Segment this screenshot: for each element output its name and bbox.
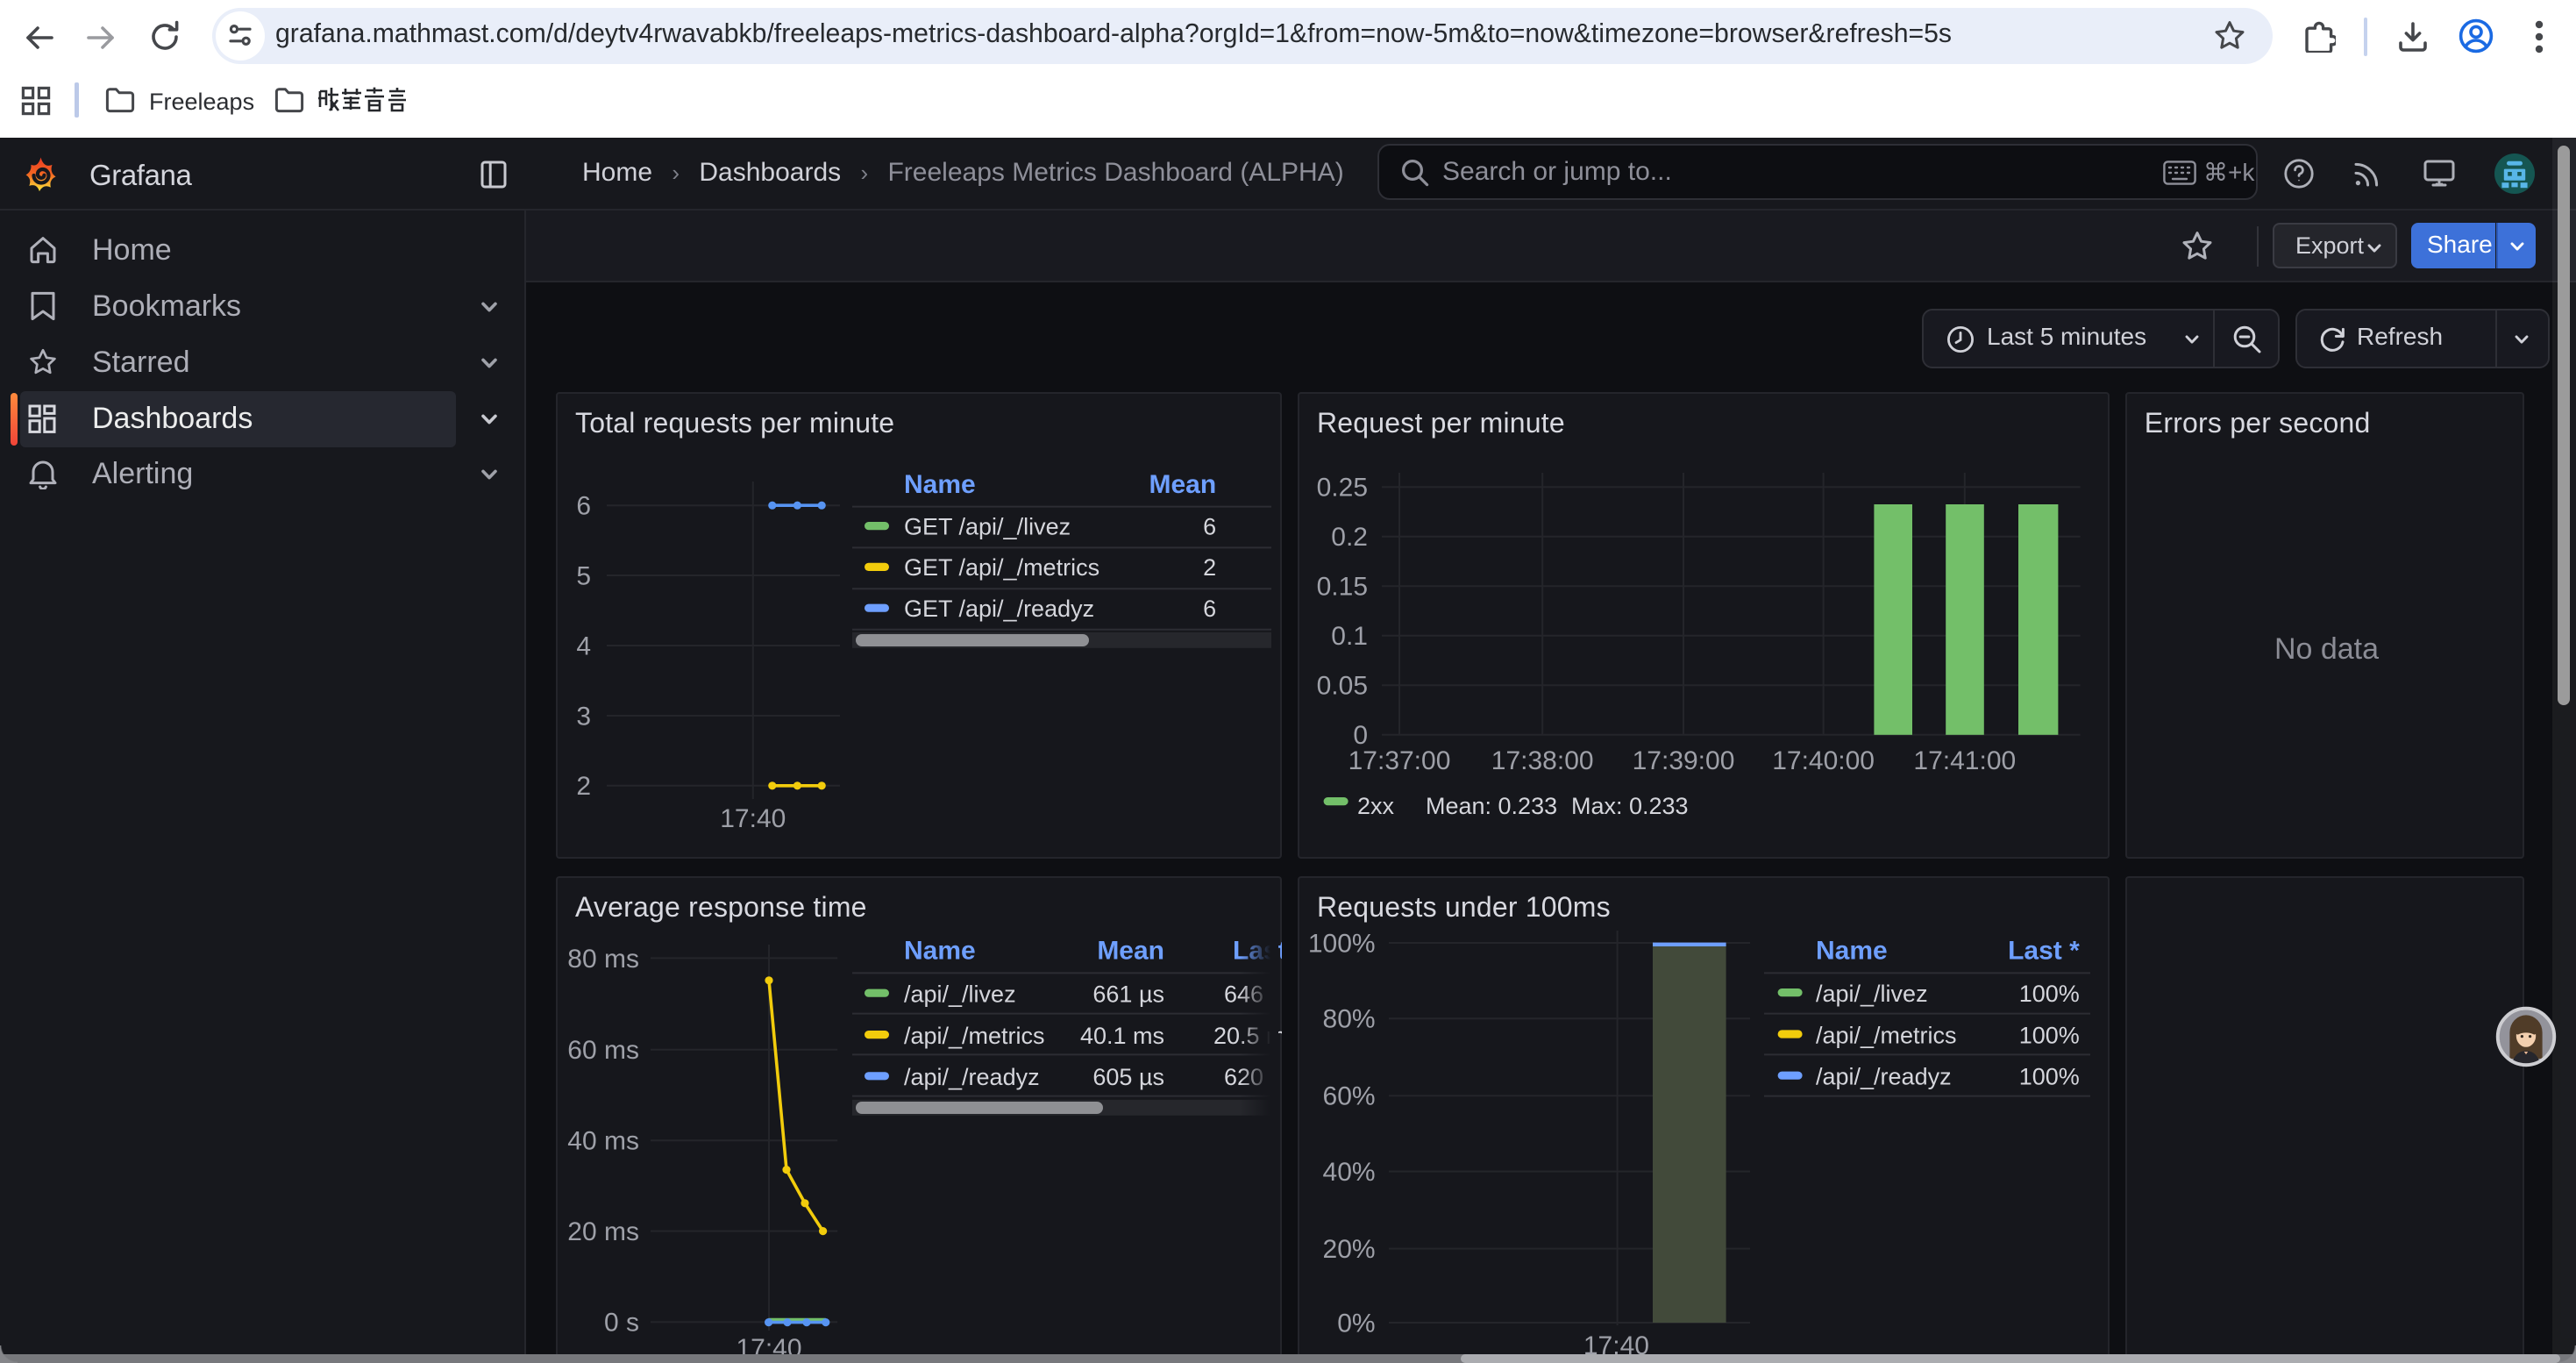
svg-text:GET /api/_/livez: GET /api/_/livez bbox=[904, 513, 1071, 539]
svg-text:0.25: 0.25 bbox=[1317, 474, 1368, 503]
svg-text:17:41:00: 17:41:00 bbox=[1913, 746, 2016, 775]
svg-text:2: 2 bbox=[1203, 554, 1216, 581]
svg-text:80 ms: 80 ms bbox=[567, 945, 639, 974]
svg-text:80%: 80% bbox=[1323, 1005, 1376, 1034]
svg-text:0.05: 0.05 bbox=[1317, 672, 1368, 701]
svg-text:40%: 40% bbox=[1323, 1158, 1376, 1187]
svg-text:17:37:00: 17:37:00 bbox=[1348, 746, 1451, 775]
svg-text:2: 2 bbox=[576, 772, 591, 801]
svg-text:Mean: 0.233: Mean: 0.233 bbox=[1426, 793, 1557, 819]
svg-text:100%: 100% bbox=[1308, 930, 1376, 959]
svg-text:6: 6 bbox=[1203, 513, 1216, 539]
svg-text:/api/_/readyz: /api/_/readyz bbox=[904, 1065, 1040, 1091]
svg-text:/api/_/livez: /api/_/livez bbox=[904, 981, 1016, 1008]
svg-text:4: 4 bbox=[576, 632, 591, 660]
svg-text:Name: Name bbox=[904, 470, 976, 499]
svg-text:100%: 100% bbox=[2019, 1023, 2080, 1049]
svg-text:17:40: 17:40 bbox=[720, 804, 786, 833]
svg-text:/api/_/metrics: /api/_/metrics bbox=[1816, 1023, 1957, 1049]
svg-text:17:40:00: 17:40:00 bbox=[1772, 746, 1875, 775]
svg-text:GET /api/_/metrics: GET /api/_/metrics bbox=[904, 554, 1099, 581]
svg-text:0.2: 0.2 bbox=[1331, 523, 1368, 552]
svg-text:20%: 20% bbox=[1323, 1235, 1376, 1264]
svg-text:100%: 100% bbox=[2019, 1064, 2080, 1090]
svg-text:Name: Name bbox=[1816, 937, 1888, 966]
svg-text:Mean: Mean bbox=[1149, 470, 1217, 499]
svg-text:605 µs: 605 µs bbox=[1092, 1065, 1164, 1091]
svg-text:/api/_/livez: /api/_/livez bbox=[1816, 981, 1928, 1007]
svg-text:0.15: 0.15 bbox=[1317, 573, 1368, 602]
svg-text:60 ms: 60 ms bbox=[567, 1037, 639, 1066]
svg-text:GET /api/_/readyz: GET /api/_/readyz bbox=[904, 596, 1094, 622]
svg-text:661 µs: 661 µs bbox=[1092, 981, 1164, 1008]
svg-text:5: 5 bbox=[576, 561, 591, 590]
svg-text:Mean: Mean bbox=[1097, 937, 1164, 966]
svg-text:Max: 0.233: Max: 0.233 bbox=[1571, 793, 1689, 819]
svg-text:40 ms: 40 ms bbox=[567, 1127, 639, 1156]
svg-text:17:39:00: 17:39:00 bbox=[1633, 746, 1735, 775]
svg-text:Name: Name bbox=[904, 937, 976, 966]
svg-text:60%: 60% bbox=[1323, 1082, 1376, 1111]
svg-text:6: 6 bbox=[576, 492, 591, 521]
svg-text:0 s: 0 s bbox=[604, 1309, 639, 1338]
svg-text:20 ms: 20 ms bbox=[567, 1217, 639, 1246]
svg-text:2xx: 2xx bbox=[1357, 793, 1395, 819]
svg-text:Last *: Last * bbox=[2008, 937, 2080, 966]
svg-text:3: 3 bbox=[576, 702, 591, 731]
svg-text:/api/_/metrics: /api/_/metrics bbox=[904, 1023, 1045, 1049]
svg-text:17:38:00: 17:38:00 bbox=[1491, 746, 1594, 775]
svg-text:6: 6 bbox=[1203, 596, 1216, 622]
svg-text:0%: 0% bbox=[1337, 1309, 1375, 1338]
svg-text:40.1 ms: 40.1 ms bbox=[1080, 1023, 1164, 1049]
svg-text:0.1: 0.1 bbox=[1331, 622, 1368, 651]
svg-text:/api/_/readyz: /api/_/readyz bbox=[1816, 1064, 1952, 1090]
svg-text:100%: 100% bbox=[2019, 981, 2080, 1007]
